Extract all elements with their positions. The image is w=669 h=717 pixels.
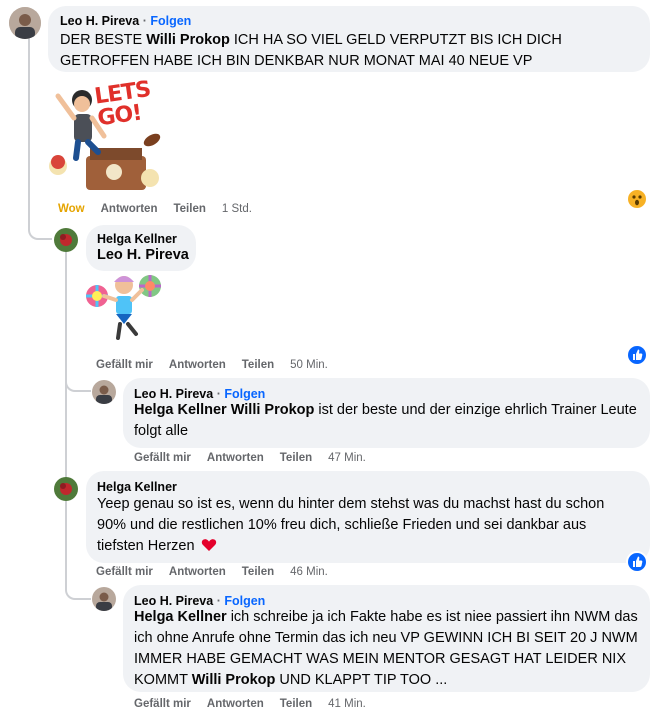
text-segment: UND KLAPPT TIP TOO ... [275,672,448,688]
timestamp[interactable]: 41 Min. [328,698,366,710]
text-segment: DER BESTE [60,32,147,48]
comment-actions: Gefällt mir Antworten Teilen 50 Min. [96,359,344,371]
share-button[interactable]: Teilen [280,698,312,710]
comment-text: Yeep genau so ist es, wenn du hinter dem… [97,494,623,557]
share-button[interactable]: Teilen [173,203,205,215]
like-button[interactable]: Gefällt mir [134,698,191,710]
avatar[interactable] [9,7,41,39]
follow-link[interactable]: Folgen [224,594,265,608]
author-name[interactable]: Helga Kellner [97,232,177,246]
profile-photo-icon [54,228,78,252]
reply-button[interactable]: Antworten [101,203,158,215]
timestamp[interactable]: 1 Std. [222,203,252,215]
reply-button[interactable]: Antworten [169,359,226,371]
cheerleader-sticker-icon [86,275,161,340]
like-button[interactable]: Gefällt mir [96,359,153,371]
thread-connector [65,568,91,600]
lets-go-sticker: LETS GO! [46,77,168,194]
profile-photo-icon [92,380,116,404]
text-segment: Yeep genau so ist es, wenn du hinter dem… [97,496,605,554]
like-thumb-icon[interactable] [628,346,646,364]
wow-face-icon[interactable] [628,190,646,208]
share-button[interactable]: Teilen [242,359,274,371]
comment-text: Helga Kellner Willi Prokop ist der beste… [134,400,639,442]
comment-text: Helga Kellner ich schreibe ja ich Fakte … [134,607,639,691]
timestamp[interactable]: 50 Min. [290,359,328,371]
profile-photo-icon [54,477,78,501]
profile-photo-icon [92,587,116,611]
timestamp[interactable]: 47 Min. [328,452,366,464]
like-thumb-icon[interactable] [628,553,646,571]
reply-button[interactable]: Antworten [207,698,264,710]
avatar[interactable] [92,380,116,404]
avatar[interactable] [54,228,78,252]
wow-reaction-button[interactable]: Wow [58,203,85,215]
comment-actions: Wow Antworten Teilen 1 Std. [58,203,268,215]
follow-link[interactable]: Folgen [224,387,265,401]
avatar[interactable] [54,477,78,501]
like-button[interactable]: Gefällt mir [96,566,153,578]
author-name[interactable]: Leo H. Pireva [134,594,213,608]
mention-willi-prokop[interactable]: Willi Prokop [192,672,276,688]
comment-text: DER BESTE Willi Prokop ICH HA SO VIEL GE… [60,30,642,72]
author-name[interactable]: Leo H. Pireva [60,14,139,28]
author-name[interactable]: Helga Kellner [97,480,177,494]
red-heart-icon [201,539,216,551]
comment-actions: Gefällt mir Antworten Teilen 41 Min. [134,698,382,710]
sticker-text: LETS GO! [92,77,152,132]
comment-author: Leo H. Pireva · Folgen [134,387,266,401]
comment-author: Leo H. Pireva · Folgen [60,14,192,28]
reply-button[interactable]: Antworten [207,452,264,464]
comment-author: Leo H. Pireva · Folgen [134,594,266,608]
author-name[interactable]: Leo H. Pireva [134,387,213,401]
reply-button[interactable]: Antworten [169,566,226,578]
comment-actions: Gefällt mir Antworten Teilen 46 Min. [96,566,344,578]
mention-willi-prokop[interactable]: Willi Prokop [231,402,315,418]
cheerleader-sticker [84,272,164,342]
mention-helga-kellner[interactable]: Helga Kellner [134,402,227,418]
timestamp[interactable]: 46 Min. [290,566,328,578]
mention-willi-prokop[interactable]: Willi Prokop [146,32,230,48]
profile-photo-icon [9,7,41,39]
mention-helga-kellner[interactable]: Helga Kellner [134,609,227,625]
comment-actions: Gefällt mir Antworten Teilen 47 Min. [134,452,382,464]
like-button[interactable]: Gefällt mir [134,452,191,464]
follow-link[interactable]: Folgen [150,14,191,28]
share-button[interactable]: Teilen [280,452,312,464]
share-button[interactable]: Teilen [242,566,274,578]
mention-leo-pireva[interactable]: Leo H. Pireva [97,245,189,266]
avatar[interactable] [92,587,116,611]
